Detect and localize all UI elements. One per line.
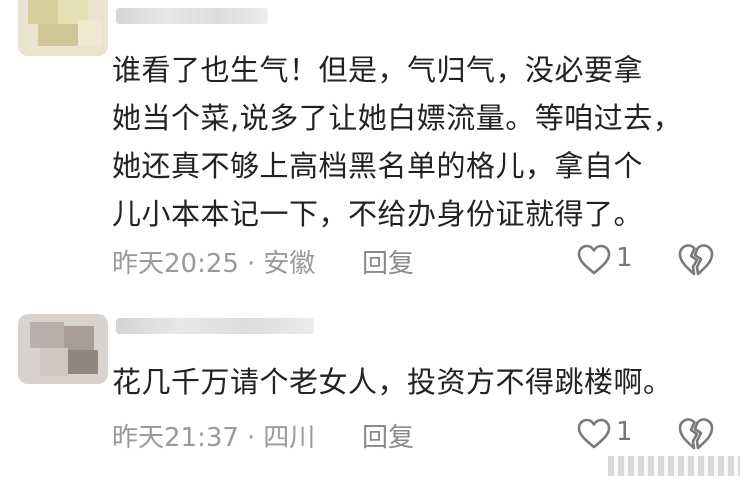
broken-heart-icon[interactable] (678, 243, 714, 277)
comment-time: 昨天20:25 (112, 249, 239, 279)
comment-text: 花几千万请个老女人，投资方不得跳楼啊。 (112, 358, 732, 406)
broken-heart-icon[interactable] (678, 417, 714, 451)
comment-time: 昨天21:37 (112, 423, 239, 453)
comment-location: 安徽 (263, 249, 316, 279)
comment-meta: 昨天21:37 · 四川 (112, 417, 315, 454)
like-count: 1 (616, 417, 633, 447)
separator-dot: · (246, 423, 256, 453)
comment-item: 谁看了也生气！但是，气归气，没必要拿 她当个菜,说多了让她白嫖流量。等咱过去， … (0, 0, 752, 290)
username-blurred[interactable] (116, 318, 314, 334)
comment-item: 花几千万请个老女人，投资方不得跳楼啊。 昨天21:37 · 四川 回复 1 (0, 300, 752, 482)
like-count: 1 (616, 243, 633, 273)
comment-line: 她当个菜,说多了让她白嫖流量。等咱过去， (112, 101, 683, 135)
heart-outline-icon[interactable] (577, 418, 611, 450)
avatar[interactable] (18, 0, 108, 56)
reply-button[interactable]: 回复 (362, 243, 414, 280)
comment-line: 她还真不够上高档黑名单的格儿，拿自个 (112, 149, 644, 183)
avatar[interactable] (18, 314, 108, 384)
comment-meta: 昨天20:25 · 安徽 (112, 243, 315, 280)
heart-outline-icon[interactable] (577, 244, 611, 276)
username-blurred[interactable] (116, 8, 268, 24)
reply-button[interactable]: 回复 (362, 417, 414, 454)
comment-line: 谁看了也生气！但是，气归气，没必要拿 (112, 53, 644, 87)
comment-line: 儿小本本记一下，不给办身份证就得了。 (112, 197, 644, 231)
comment-location: 四川 (263, 423, 316, 453)
separator-dot: · (246, 249, 256, 279)
comment-line: 花几千万请个老女人，投资方不得跳楼啊。 (112, 365, 673, 399)
watermark-blurred (608, 456, 740, 476)
comment-text: 谁看了也生气！但是，气归气，没必要拿 她当个菜,说多了让她白嫖流量。等咱过去， … (112, 46, 732, 238)
